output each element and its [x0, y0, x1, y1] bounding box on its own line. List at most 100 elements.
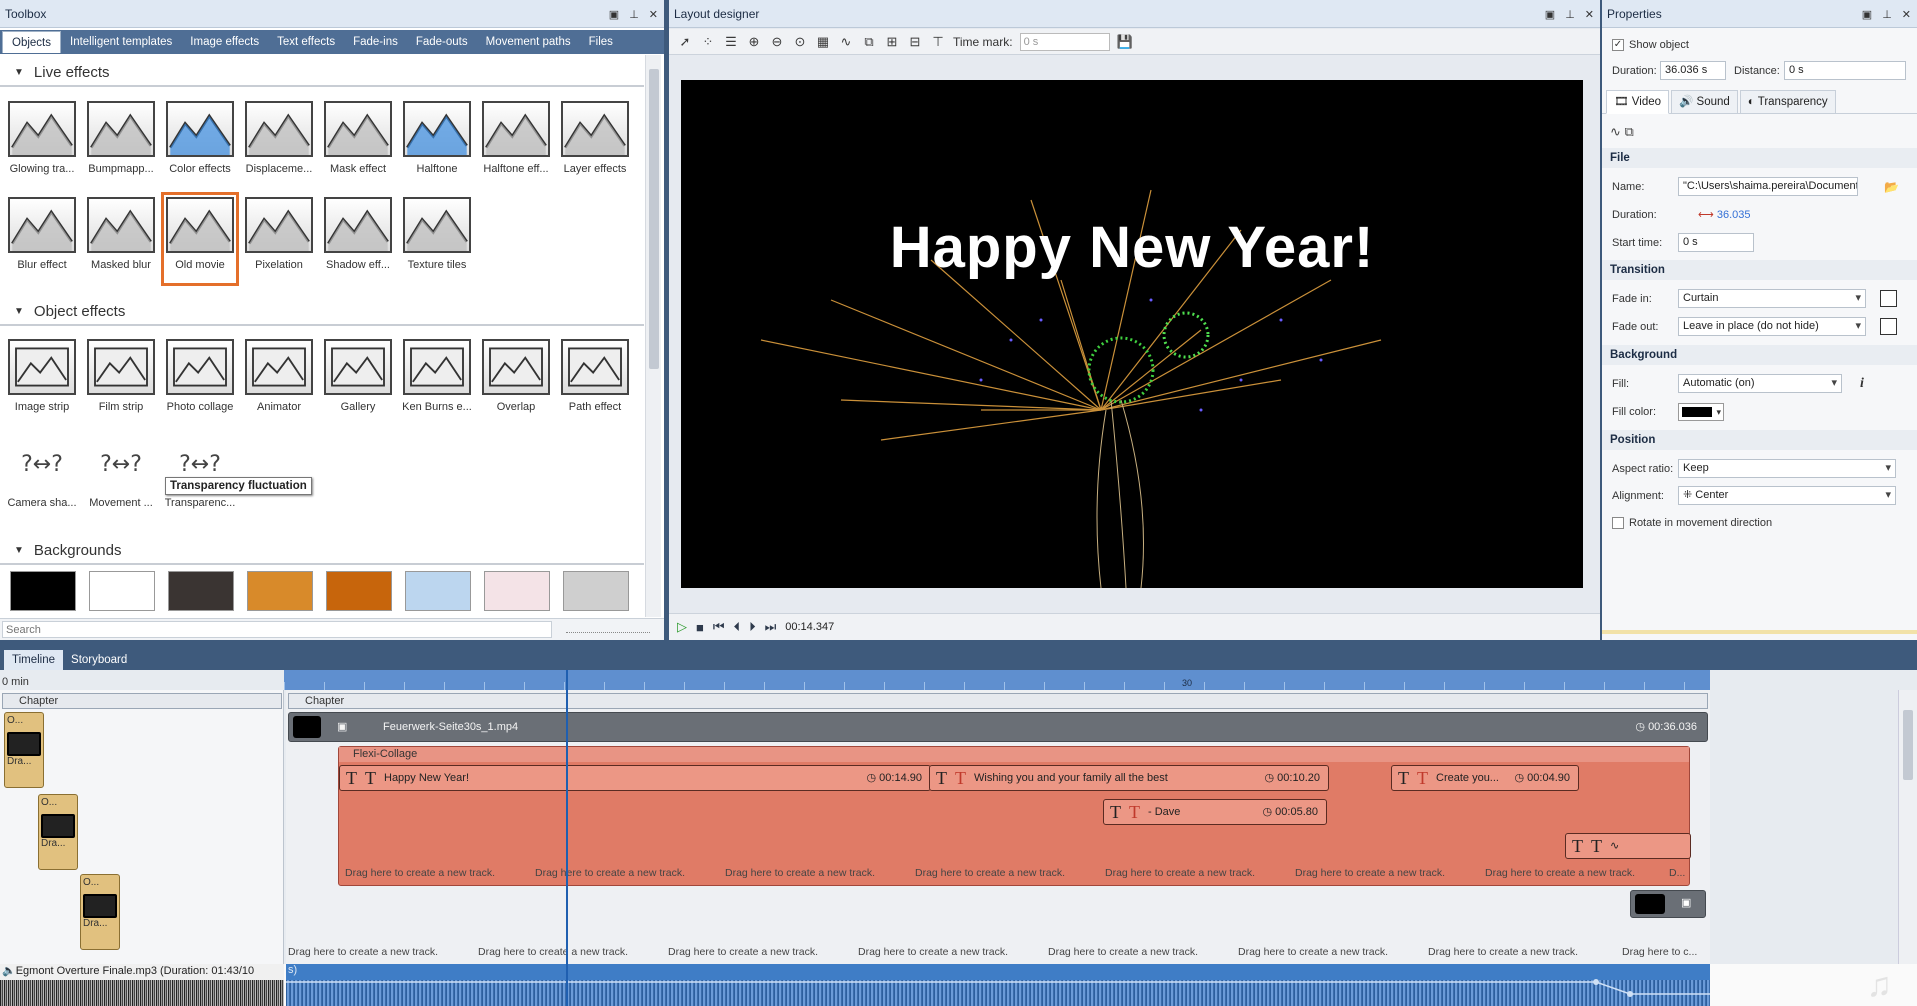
background-swatch[interactable]	[405, 571, 471, 611]
tab-fade-outs[interactable]: Fade-outs	[407, 31, 477, 53]
zoom-fit-icon[interactable]: ⊙	[792, 34, 808, 50]
background-swatch[interactable]	[247, 571, 313, 611]
close-icon[interactable]: ✕	[649, 8, 658, 21]
layers-icon[interactable]: ☰	[723, 34, 739, 50]
section-live-effects[interactable]: ▼ Live effects	[0, 61, 644, 87]
align-icon[interactable]: ⊤	[930, 34, 946, 50]
thumb-node[interactable]: O... Dra...	[4, 712, 44, 788]
effect-tile[interactable]: Blur effect	[4, 193, 80, 285]
remove-icon[interactable]: ⊟	[907, 34, 923, 50]
end-clip[interactable]: ▣	[1630, 890, 1706, 918]
tab-objects[interactable]: Objects	[2, 31, 61, 53]
fade-in-select[interactable]: Curtain	[1678, 289, 1866, 308]
close-icon[interactable]: ✕	[1902, 8, 1911, 21]
pin-icon[interactable]: ⊥	[1882, 8, 1892, 21]
close-icon[interactable]: ✕	[1585, 8, 1594, 21]
timeline-scrollbar[interactable]	[1898, 690, 1917, 964]
tab-sound[interactable]: 🔊 Sound	[1671, 90, 1738, 114]
property-tool-icons[interactable]: ∿ ⧉	[1610, 124, 1634, 140]
fade-out-select[interactable]: Leave in place (do not hide)	[1678, 317, 1866, 336]
effect-tile[interactable]: Shadow eff...	[320, 193, 396, 285]
video-clip[interactable]: ▣ Feuerwerk-Seite30s_1.mp4 ◷ 00:36.036	[288, 712, 1708, 742]
tab-files[interactable]: Files	[580, 31, 622, 53]
pin-icon[interactable]: ⊥	[629, 8, 639, 21]
time-mark-input[interactable]: 0 s	[1019, 32, 1110, 51]
rotate-checkbox[interactable]	[1612, 517, 1624, 530]
start-time-input[interactable]: 0 s	[1678, 233, 1754, 252]
info-icon[interactable]: i	[1860, 373, 1864, 395]
select-points-icon[interactable]: ⁘	[700, 34, 716, 50]
save-icon[interactable]: 💾	[1116, 34, 1132, 50]
fill-color-picker[interactable]: ▾	[1678, 403, 1724, 421]
tab-transparency[interactable]: ◐ Transparency	[1739, 90, 1836, 114]
tab-video[interactable]: 🎞 Video	[1606, 90, 1670, 114]
zoom-in-icon[interactable]: ⊕	[746, 34, 762, 50]
flexi-collage-group[interactable]: Flexi-Collage T T Happy New Year! ◷ 00:14.9…	[338, 746, 1691, 886]
effect-tile[interactable]: Glowing tra...	[4, 97, 80, 189]
add-icon[interactable]: ⊞	[884, 34, 900, 50]
restore-icon[interactable]: ▣	[1862, 8, 1872, 21]
tab-text-effects[interactable]: Text effects	[268, 31, 344, 53]
duration-input[interactable]: 36.036 s	[1660, 61, 1726, 80]
background-swatch[interactable]	[168, 571, 234, 611]
background-swatch[interactable]	[89, 571, 155, 611]
skip-end-icon[interactable]: ⏭	[765, 619, 777, 635]
chapter-header-left[interactable]: Chapter	[2, 693, 282, 709]
background-swatch[interactable]	[10, 571, 76, 611]
tab-movement-paths[interactable]: Movement paths	[477, 31, 580, 53]
effect-tile[interactable]: Halftone	[399, 97, 475, 189]
text-clip[interactable]: T T Wishing you and your family all the be…	[929, 765, 1329, 791]
volume-envelope[interactable]	[286, 964, 1710, 1006]
audio-track[interactable]: 🔈Egmont Overture Finale.mp3 (Duration: 0…	[0, 964, 1917, 1006]
play-icon[interactable]: ▷	[677, 619, 687, 635]
object-effect-tile[interactable]: Path effect	[557, 335, 633, 427]
effect-tile[interactable]: Old movie	[161, 192, 239, 286]
thumb-node[interactable]: O... Dra...	[38, 794, 78, 870]
effect-tile[interactable]: Texture tiles	[399, 193, 475, 285]
restore-icon[interactable]: ▣	[609, 8, 619, 21]
file-name-input[interactable]: "C:\Users\shaima.pereira\Documents\Ex	[1678, 177, 1858, 196]
tab-intelligent-templates[interactable]: Intelligent templates	[61, 31, 181, 53]
object-effect-tile[interactable]: ?↔? Camera sha...	[4, 431, 80, 523]
fade-in-preview-icon[interactable]	[1880, 290, 1897, 307]
toolbox-scrollbar[interactable]	[645, 55, 661, 617]
track-drop-hints[interactable]: Drag here to create a new track. Drag her…	[288, 946, 1708, 960]
object-effect-tile[interactable]: Animator	[241, 335, 317, 427]
stop-icon[interactable]: ■	[696, 620, 704, 635]
playhead[interactable]	[566, 670, 568, 1006]
show-object-checkbox[interactable]: ✓	[1612, 39, 1624, 52]
scroll-thumb[interactable]	[1903, 710, 1913, 780]
path-icon[interactable]: ∿	[838, 34, 854, 50]
step-forward-icon[interactable]: ⏵	[749, 619, 756, 635]
time-ruler[interactable]: 30	[284, 670, 1710, 690]
thumb-node[interactable]: O... Dra...	[80, 874, 120, 950]
background-swatch[interactable]	[484, 571, 550, 611]
effect-tile[interactable]: Color effects	[162, 97, 238, 189]
effect-tile[interactable]: Pixelation	[241, 193, 317, 285]
grid-icon[interactable]: ▦	[815, 34, 831, 50]
object-effect-tile[interactable]: Gallery	[320, 335, 396, 427]
section-object-effects[interactable]: ▼ Object effects	[0, 300, 644, 326]
effect-tile[interactable]: Displaceme...	[241, 97, 317, 189]
object-effect-tile[interactable]: Ken Burns e...	[399, 335, 475, 427]
background-swatch[interactable]	[326, 571, 392, 611]
tab-storyboard[interactable]: Storyboard	[63, 650, 135, 670]
chapter-header[interactable]: Chapter	[288, 693, 1708, 709]
zoom-slider[interactable]	[566, 625, 650, 633]
fade-out-preview-icon[interactable]	[1880, 318, 1897, 335]
object-effect-tile[interactable]: Photo collage	[162, 335, 238, 427]
object-effect-tile[interactable]: ?↔? Movement ...	[83, 431, 159, 523]
preview-canvas[interactable]: Happy New Year!	[681, 80, 1583, 588]
tab-image-effects[interactable]: Image effects	[181, 31, 268, 53]
skip-start-icon[interactable]: ⏮	[713, 619, 725, 635]
effect-tile[interactable]: Bumpmapp...	[83, 97, 159, 189]
search-input[interactable]	[2, 621, 552, 638]
tab-timeline[interactable]: Timeline	[4, 650, 64, 670]
aspect-ratio-select[interactable]: Keep	[1678, 459, 1896, 478]
effect-tile[interactable]: Masked blur	[83, 193, 159, 285]
section-backgrounds[interactable]: ▼ Backgrounds	[0, 539, 644, 565]
effect-tile[interactable]: Halftone eff...	[478, 97, 554, 189]
object-effect-tile[interactable]: Overlap	[478, 335, 554, 427]
pin-icon[interactable]: ⊥	[1565, 8, 1575, 21]
restore-icon[interactable]: ▣	[1545, 8, 1555, 21]
